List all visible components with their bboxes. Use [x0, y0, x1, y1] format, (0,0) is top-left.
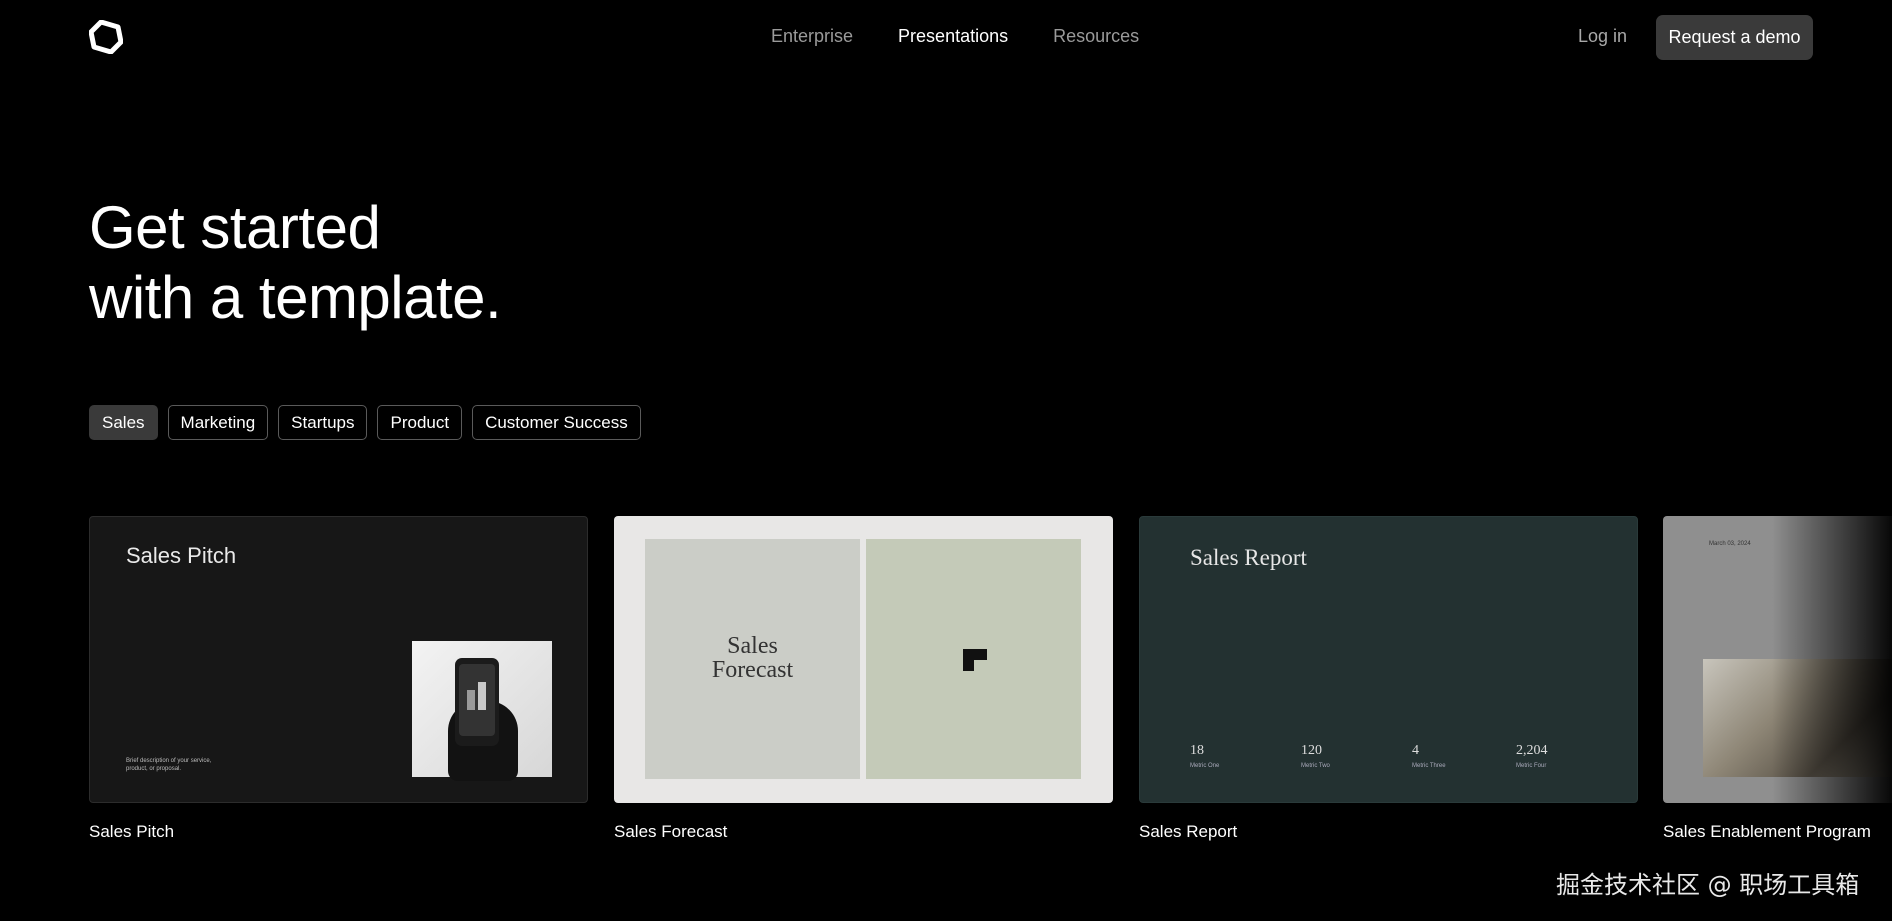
- filter-customer-success[interactable]: Customer Success: [472, 405, 641, 440]
- nav-resources[interactable]: Resources: [1053, 26, 1139, 47]
- forecast-left-panel: Sales Forecast: [645, 539, 860, 779]
- phone-screen: [459, 664, 495, 736]
- phone-photo: [412, 641, 552, 781]
- metric-caption: Metric Three: [1412, 763, 1446, 769]
- metric: 18 Metric One: [1190, 743, 1219, 769]
- template-card-sales-report[interactable]: Sales Report 18 Metric One 120 Metric Tw…: [1139, 516, 1638, 803]
- metric: 2,204 Metric Four: [1516, 743, 1548, 769]
- metric-caption: Metric One: [1190, 763, 1220, 769]
- hero-heading: Get started with a template.: [89, 193, 502, 333]
- metric-value: 4: [1412, 743, 1419, 758]
- metric-caption: Metric Two: [1301, 763, 1330, 769]
- metric-value: 2,204: [1516, 743, 1548, 758]
- thumb-title-line-1: Sales: [727, 633, 778, 659]
- metric-value: 18: [1190, 743, 1204, 758]
- metric: 120 Metric Two: [1301, 743, 1330, 769]
- watermark: 掘金技术社区 @ 职场工具箱: [1556, 871, 1860, 899]
- thumb-title: Sales Forecast: [645, 634, 860, 682]
- category-filters: Sales Marketing Startups Product Custome…: [89, 405, 641, 440]
- forecast-right-panel: [866, 539, 1081, 779]
- metric: 4 Metric Three: [1412, 743, 1446, 769]
- metric-value: 120: [1301, 743, 1322, 758]
- phone-icon: [455, 658, 499, 746]
- thumb-description: Brief description of your service, produ…: [126, 758, 212, 772]
- hero-line-2: with a template.: [89, 264, 502, 331]
- filter-product[interactable]: Product: [377, 405, 463, 440]
- filter-marketing[interactable]: Marketing: [167, 405, 269, 440]
- template-card-sales-forecast[interactable]: Sales Forecast: [614, 516, 1113, 803]
- card-label-sales-report[interactable]: Sales Report: [1139, 822, 1237, 842]
- template-card-sales-pitch[interactable]: Sales Pitch Brief description of your se…: [89, 516, 588, 803]
- hero-line-1: Get started: [89, 194, 381, 261]
- phone-chart-bar: [467, 690, 475, 710]
- thumb-title-line-2: Forecast: [711, 657, 794, 683]
- brand-mark-icon: [963, 649, 987, 671]
- filter-sales[interactable]: Sales: [89, 405, 158, 440]
- page: Enterprise Presentations Resources Log i…: [0, 0, 1892, 921]
- filter-startups[interactable]: Startups: [278, 405, 368, 440]
- login-link[interactable]: Log in: [1578, 26, 1627, 47]
- phone-chart-bar: [478, 682, 486, 710]
- main-nav: Enterprise Presentations Resources: [771, 26, 1139, 47]
- metric-caption: Metric Four: [1516, 763, 1547, 769]
- nav-enterprise[interactable]: Enterprise: [771, 26, 853, 47]
- logo-icon[interactable]: [89, 20, 123, 54]
- request-demo-button[interactable]: Request a demo: [1656, 15, 1813, 60]
- template-card-sales-enablement[interactable]: March 03, 2024: [1663, 516, 1892, 803]
- card-label-sales-enablement[interactable]: Sales Enablement Program: [1663, 822, 1871, 842]
- edge-fade: [1772, 516, 1892, 803]
- thumb-date: March 03, 2024: [1709, 541, 1751, 547]
- nav-presentations[interactable]: Presentations: [898, 26, 1008, 47]
- thumb-title: Sales Report: [1190, 545, 1307, 570]
- thumb-title: Sales Pitch: [126, 543, 237, 568]
- card-label-sales-forecast[interactable]: Sales Forecast: [614, 822, 727, 842]
- card-label-sales-pitch[interactable]: Sales Pitch: [89, 822, 174, 842]
